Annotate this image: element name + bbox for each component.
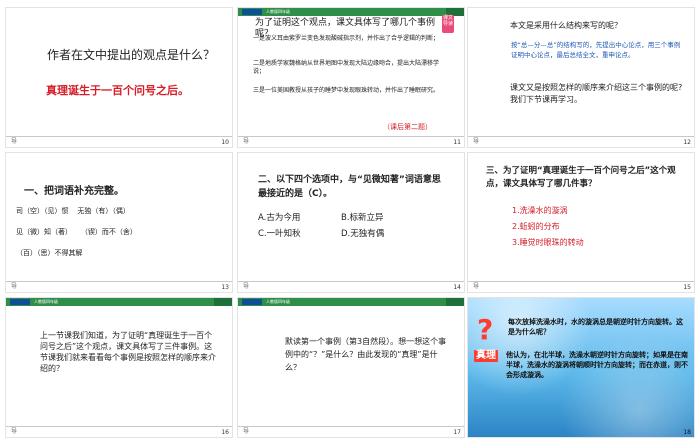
event-item-3: 3.睡觉时眼珠的转动 (512, 238, 584, 247)
slide-number: 12 (683, 139, 691, 146)
footer-left-text: 导 (243, 428, 250, 435)
option-b: B.标新立异 (341, 213, 384, 223)
homework-note: （课后第二题） (383, 123, 432, 131)
event-item-2: 2.蚯蚓的分布 (512, 222, 560, 231)
question-1: 本文是采用什么结构来写的呢？ (510, 21, 622, 30)
slide-number: 10 (221, 139, 229, 146)
slide-15[interactable]: 三、为了证明“真理诞生于一百个问号之后”这个观点，课文具体写了哪几件事？ 1.洗… (467, 152, 695, 293)
slide-grid: 作者在文中提出的观点是什么？ 真理诞生于一百个问号之后。 10 导 人教版四年级… (0, 0, 700, 438)
slide-number: 16 (221, 429, 229, 436)
slide-17[interactable]: 人教版四年级 默读第一个事例（第3自然段）。想一想这个事例中的“？”是什么？由此… (237, 297, 465, 438)
header-text: 人教版四年级 (34, 299, 58, 304)
option-c: C.一叶知秋 (258, 229, 301, 239)
footer-left-text: 导 (11, 428, 18, 435)
slide-title: 二、以下四个选项中，与“见微知著”词语意思最接近的是（C）。 (258, 175, 441, 199)
lesson-text: 上一节课我们知道，为了证明“真理诞生于一百个问号之后”这个观点，课文具体写了三件… (40, 331, 216, 373)
slide-number: 11 (453, 139, 461, 146)
footer-left-text: 导 (473, 283, 480, 290)
slide-18[interactable]: ? 每次放掉洗澡水时，水的漩涡总是朝逆时针方向旋转。这是为什么呢？ 真理 他认为… (467, 297, 695, 438)
footer-line (238, 281, 464, 282)
slide-number: 14 (453, 284, 461, 291)
slide-number: 17 (453, 429, 461, 436)
footer-left-text: 导 (473, 138, 480, 145)
fill-line-1: 司（空）（见）惯 无独（有）（偶） (16, 207, 130, 215)
answer-text: 真理诞生于一百个问号之后。 (46, 84, 189, 97)
fill-line-3: （百）（思）不得其解 (16, 249, 83, 257)
slide-number: 18 (683, 429, 691, 436)
example-item-3: 三是一位美国教授从孩子的睡梦中发现眼珠转动，并作出了睡眠研究。 (253, 87, 440, 94)
footer-line (468, 136, 694, 137)
example-item-2: 二是地质学家魏格纳从世界地图中发现大陆边缘吻合，提出大陆漂移学说； (253, 60, 440, 75)
example-item-1: 一是波义耳由紫罗兰变色发现酸碱指示剂，并作出了合乎逻辑的判断； (253, 35, 440, 42)
slide-12[interactable]: 本文是采用什么结构来写的呢？ 按“总—分—总”的结构写的，先提出中心论点，用三个… (467, 7, 695, 148)
header-tag (242, 9, 262, 15)
footer-line (238, 136, 464, 137)
slide-13[interactable]: 一、把词语补充完整。 司（空）（见）惯 无独（有）（偶） 见（微）知（著） （锲… (5, 152, 233, 293)
question-mark-icon: ? (477, 313, 494, 346)
footer-line (238, 426, 464, 427)
question-text: 每次放掉洗澡水时，水的漩涡总是朝逆时针方向旋转。这是为什么呢？ (508, 318, 683, 336)
answer-1: 按“总—分—总”的结构写的，先提出中心论点，用三个事例证明中心论点，最后总结全文… (511, 41, 681, 59)
slide-10[interactable]: 作者在文中提出的观点是什么？ 真理诞生于一百个问号之后。 10 导 (5, 7, 233, 148)
event-item-1: 1.洗澡水的漩涡 (512, 206, 568, 215)
truth-badge: 真理 (474, 350, 498, 362)
reading-prompt: 默读第一个事例（第3自然段）。想一想这个事例中的“？”是什么？由此发现的“真理”… (285, 337, 447, 372)
slide-14[interactable]: 二、以下四个选项中，与“见微知著”词语意思最接近的是（C）。 A.古为今用 B.… (237, 152, 465, 293)
slide-title: 作者在文中提出的观点是什么？ (47, 48, 216, 62)
footer-left-text: 导 (11, 138, 18, 145)
slide-16[interactable]: 人教版四年级 上一节课我们知道，为了证明“真理诞生于一百个问号之后”这个观点，课… (5, 297, 233, 438)
fill-line-2: 见（微）知（著） （锲）而不（舍） (16, 228, 137, 236)
slide-header-bar: 人教版四年级 (238, 298, 464, 306)
slide-number: 15 (683, 284, 691, 291)
header-text: 人教版四年级 (266, 9, 290, 14)
slide-title: 一、把词语补充完整。 (24, 186, 124, 197)
header-tag (10, 299, 30, 305)
truth-text: 他认为，在北半球，洗澡水朝逆时针方向旋转；如果是在南半球，洗澡水的漩涡将朝顺时针… (506, 351, 688, 379)
footer-line (468, 281, 694, 282)
slide-11[interactable]: 人教版四年级 课文导读 为了证明这个观点，课文具体写了哪几个事例呢？ 一是波义耳… (237, 7, 465, 148)
option-a: A.古为今用 (258, 213, 301, 223)
header-stripe (446, 298, 464, 306)
footer-left-text: 导 (243, 138, 250, 145)
footer-left-text: 导 (243, 283, 250, 290)
slide-number: 13 (221, 284, 229, 291)
footer-line (6, 426, 232, 427)
header-tag (242, 299, 262, 305)
footer-line (6, 136, 232, 137)
slide-header-bar: 人教版四年级 (6, 298, 232, 306)
guide-badge: 课文导读 (442, 15, 454, 33)
footer-left-text: 导 (11, 283, 18, 290)
footer-line (6, 281, 232, 282)
option-d: D.无独有偶 (341, 229, 385, 239)
slide-header-bar: 人教版四年级 (238, 8, 464, 16)
header-text: 人教版四年级 (266, 299, 290, 304)
header-stripe (214, 298, 232, 306)
question-2: 课文又是按照怎样的顺序来介绍这三个事例的呢?我们下节课再学习。 (510, 83, 683, 104)
slide-title: 三、为了证明“真理诞生于一百个问号之后”这个观点，课文具体写了哪几件事？ (486, 166, 676, 189)
